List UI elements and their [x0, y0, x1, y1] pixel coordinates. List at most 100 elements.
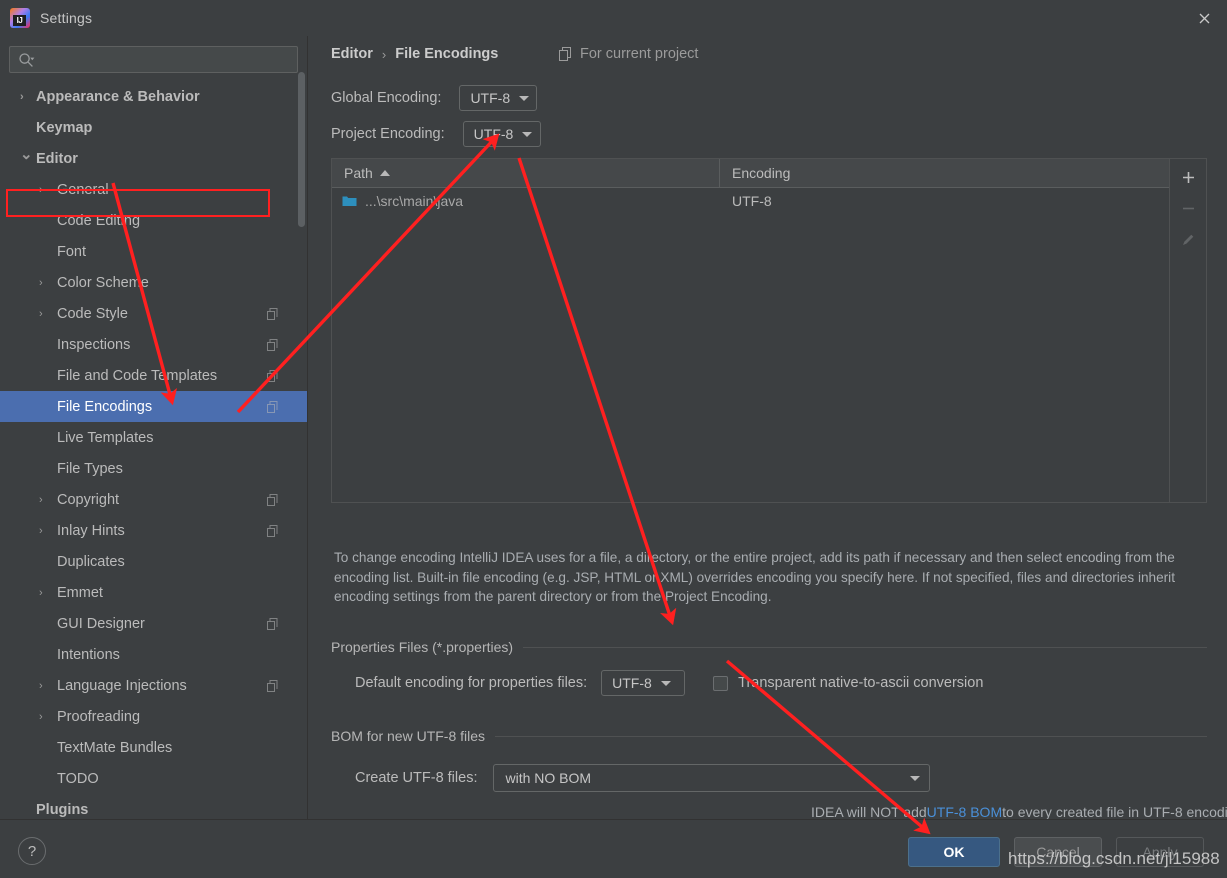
project-encoding-row: Project Encoding: UTF-8	[331, 121, 541, 147]
sidebar-item-font[interactable]: Font	[0, 236, 307, 267]
sidebar-item-intentions[interactable]: Intentions	[0, 639, 307, 670]
copy-scope-icon	[267, 524, 279, 537]
properties-default-encoding-combo[interactable]: UTF-8	[601, 670, 686, 696]
sidebar-item-label: File and Code Templates	[57, 367, 218, 384]
table-cell-path: ...\src\main\java	[332, 193, 720, 209]
sidebar-item-copyright[interactable]: › Copyright	[0, 484, 307, 515]
table-row[interactable]: ...\src\main\java UTF-8	[332, 188, 1169, 213]
close-icon[interactable]	[1181, 0, 1227, 36]
sort-ascending-icon	[379, 170, 390, 176]
transparent-native-to-ascii-label: Transparent native-to-ascii conversion	[738, 675, 984, 691]
search-icon	[19, 53, 35, 67]
sidebar-item-proofreading[interactable]: › Proofreading	[0, 701, 307, 732]
chevron-down-icon	[522, 131, 533, 137]
title-bar: Settings	[0, 0, 1227, 36]
sidebar-item-appearance-behavior[interactable]: › Appearance & Behavior	[0, 81, 307, 112]
sidebar-scrollbar[interactable]	[298, 72, 305, 227]
chevron-right-icon[interactable]: ›	[39, 277, 49, 288]
global-encoding-combo[interactable]: UTF-8	[459, 85, 538, 111]
sidebar-item-label: TextMate Bundles	[57, 739, 173, 756]
chevron-right-icon[interactable]: ›	[39, 494, 49, 505]
sidebar-item-general[interactable]: › General	[0, 174, 307, 205]
minus-icon	[1182, 207, 1194, 210]
bom-note-prefix: IDEA will NOT add	[811, 804, 927, 820]
sidebar-item-code-editing[interactable]: Code Editing	[0, 205, 307, 236]
transparent-native-to-ascii-checkbox[interactable]	[713, 675, 729, 691]
sidebar-item-file-types[interactable]: File Types	[0, 453, 307, 484]
copy-scope-icon	[267, 493, 279, 506]
chevron-right-icon[interactable]: ›	[39, 184, 49, 195]
edit-path-button[interactable]	[1173, 224, 1204, 255]
sidebar-item-file-encodings[interactable]: File Encodings	[0, 391, 307, 422]
remove-path-button[interactable]	[1173, 193, 1204, 224]
properties-default-encoding-value: UTF-8	[612, 675, 652, 691]
transparent-native-to-ascii-row[interactable]: Transparent native-to-ascii conversion	[713, 675, 983, 691]
sidebar-item-plugins[interactable]: Plugins	[0, 794, 307, 819]
encodings-table-main: Path Encoding ...\src\main\java UTF-8	[332, 159, 1169, 502]
column-header-path-label: Path	[344, 165, 373, 181]
ok-button[interactable]: OK	[908, 837, 1000, 867]
sidebar-item-label: Keymap	[36, 119, 93, 136]
sidebar-item-live-templates[interactable]: Live Templates	[0, 422, 307, 453]
sidebar-item-code-style[interactable]: › Code Style	[0, 298, 307, 329]
column-header-path[interactable]: Path	[332, 159, 720, 187]
sidebar-item-duplicates[interactable]: Duplicates	[0, 546, 307, 577]
settings-tree[interactable]: › Appearance & Behavior Keymap ⌄ Editor › Gene…	[0, 79, 307, 819]
sidebar-item-label: Inspections	[57, 336, 131, 353]
sidebar-item-gui-designer[interactable]: GUI Designer	[0, 608, 307, 639]
sidebar-item-inlay-hints[interactable]: › Inlay Hints	[0, 515, 307, 546]
search-container	[0, 36, 307, 79]
properties-files-group-header: Properties Files (*.properties)	[331, 639, 1207, 655]
bom-note-suffix: to every created file in UTF-8 encoding	[1002, 804, 1227, 820]
column-header-encoding[interactable]: Encoding	[720, 159, 1169, 187]
create-utf8-files-value: with NO BOM	[505, 770, 592, 786]
breadcrumb: Editor › File Encodings	[331, 46, 498, 62]
sidebar-item-label: Inlay Hints	[57, 522, 125, 539]
chevron-right-icon[interactable]: ›	[39, 711, 49, 722]
copy-scope-icon	[267, 617, 279, 630]
chevron-down-icon[interactable]: ⌄	[20, 147, 33, 162]
bom-group-title: BOM for new UTF-8 files	[331, 728, 486, 744]
copy-scope-icon	[267, 338, 279, 351]
add-path-button[interactable]	[1173, 162, 1204, 193]
chevron-right-icon[interactable]: ›	[20, 91, 30, 102]
sidebar-item-file-and-code-templates[interactable]: File and Code Templates	[0, 360, 307, 391]
scope-indicator: For current project	[559, 46, 698, 62]
chevron-right-icon[interactable]: ›	[39, 308, 49, 319]
sidebar-item-label: Duplicates	[57, 553, 125, 570]
chevron-down-icon	[30, 57, 35, 61]
help-button[interactable]: ?	[18, 837, 46, 865]
file-encodings-panel: Editor › File Encodings For current proj…	[309, 36, 1227, 820]
project-encoding-combo[interactable]: UTF-8	[462, 121, 541, 147]
sidebar-item-textmate-bundles[interactable]: TextMate Bundles	[0, 732, 307, 763]
sidebar-item-keymap[interactable]: Keymap	[0, 112, 307, 143]
sidebar-item-label: TODO	[57, 770, 99, 787]
encodings-table[interactable]: Path Encoding ...\src\main\java UTF-8	[331, 158, 1207, 503]
table-cell-path-text: ...\src\main\java	[365, 192, 464, 209]
sidebar-item-emmet[interactable]: › Emmet	[0, 577, 307, 608]
breadcrumb-parent[interactable]: Editor	[331, 46, 373, 62]
sidebar-item-todo[interactable]: TODO	[0, 763, 307, 794]
sidebar-item-language-injections[interactable]: › Language Injections	[0, 670, 307, 701]
column-header-encoding-label: Encoding	[732, 165, 791, 181]
sidebar-item-label: Code Style	[57, 305, 128, 322]
sidebar-item-label: General	[57, 181, 109, 198]
sidebar-item-inspections[interactable]: Inspections	[0, 329, 307, 360]
sidebar-item-editor[interactable]: ⌄ Editor	[0, 143, 307, 174]
chevron-right-icon[interactable]: ›	[39, 680, 49, 691]
chevron-right-icon[interactable]: ›	[39, 587, 49, 598]
search-input[interactable]	[9, 46, 298, 73]
copy-scope-icon	[267, 400, 279, 413]
sidebar-item-label: File Encodings	[57, 398, 153, 415]
properties-default-encoding-row: Default encoding for properties files: U…	[355, 670, 983, 696]
utf8-bom-link[interactable]: UTF-8 BOM	[927, 804, 1002, 820]
create-utf8-files-combo[interactable]: with NO BOM	[493, 764, 931, 792]
sidebar-item-color-scheme[interactable]: › Color Scheme	[0, 267, 307, 298]
sidebar-item-label: Copyright	[57, 491, 120, 508]
watermark: https://blog.csdn.net/jl15988	[1008, 849, 1220, 868]
sidebar-item-label: Language Injections	[57, 677, 187, 694]
sidebar-item-label: Color Scheme	[57, 274, 149, 291]
encodings-table-body: ...\src\main\java UTF-8	[332, 188, 1169, 213]
settings-sidebar[interactable]: › Appearance & Behavior Keymap ⌄ Editor › Gene…	[0, 36, 308, 819]
chevron-right-icon[interactable]: ›	[39, 525, 49, 536]
